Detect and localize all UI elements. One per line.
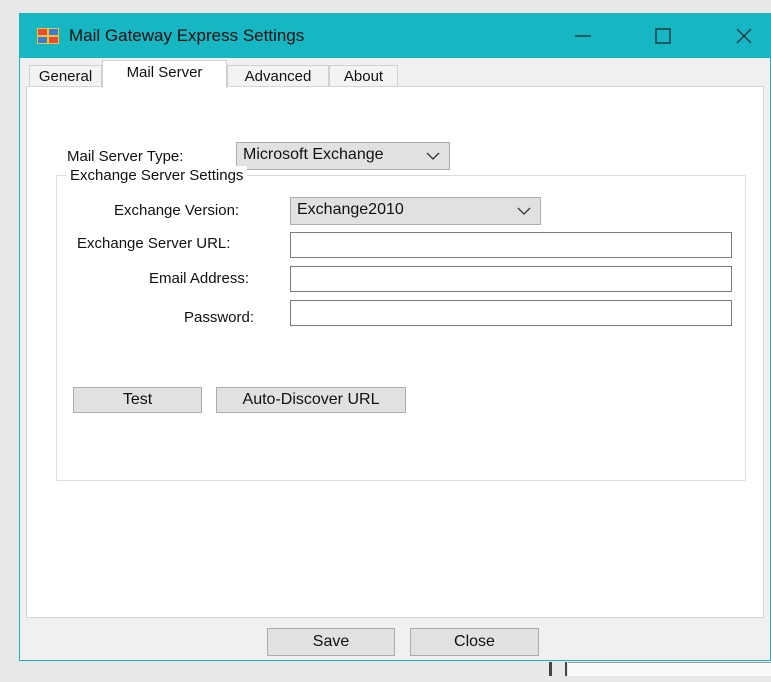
email-address-label: Email Address:: [149, 270, 250, 287]
settings-window: Mail Gateway Express Settings General Ma…: [19, 13, 771, 661]
maximize-button[interactable]: [640, 14, 686, 58]
maximize-icon: [655, 28, 671, 44]
taskbar-artifact: [565, 662, 567, 676]
mail-server-type-dropdown[interactable]: Microsoft Exchange: [236, 142, 450, 170]
taskbar-artifact: [549, 662, 552, 676]
close-icon: [736, 28, 752, 44]
mail-server-type-value: Microsoft Exchange: [243, 146, 384, 163]
save-button[interactable]: Save: [267, 628, 395, 656]
email-address-input[interactable]: [290, 266, 732, 292]
mail-gateway-app-icon: [37, 28, 59, 44]
mail-server-panel: Mail Server Type: Microsoft Exchange Exc…: [26, 86, 764, 618]
close-button[interactable]: Close: [410, 628, 539, 656]
exchange-version-label: Exchange Version:: [114, 202, 240, 219]
exchange-version-dropdown[interactable]: Exchange2010: [290, 197, 541, 225]
title-bar[interactable]: Mail Gateway Express Settings: [20, 14, 770, 58]
taskbar-strip: [568, 662, 771, 676]
exchange-server-url-label: Exchange Server URL:: [77, 235, 231, 252]
tab-general[interactable]: General: [29, 65, 102, 87]
exchange-version-value: Exchange2010: [297, 201, 404, 218]
minimize-icon: [575, 35, 591, 37]
tab-advanced[interactable]: Advanced: [227, 65, 329, 87]
auto-discover-url-button[interactable]: Auto-Discover URL: [216, 387, 406, 413]
password-label: Password:: [184, 309, 255, 326]
window-title: Mail Gateway Express Settings: [69, 26, 305, 45]
mail-server-type-label: Mail Server Type:: [67, 148, 184, 165]
chevron-down-icon: [517, 207, 531, 215]
tab-mail-server[interactable]: Mail Server: [102, 60, 227, 88]
exchange-settings-group: Exchange Server Settings Exchange Versio…: [56, 166, 746, 481]
exchange-server-url-input[interactable]: [290, 232, 732, 258]
tab-about[interactable]: About: [329, 65, 398, 87]
chevron-down-icon: [426, 152, 440, 160]
exchange-settings-title: Exchange Server Settings: [66, 166, 248, 186]
password-input[interactable]: [290, 300, 732, 326]
minimize-button[interactable]: [560, 14, 606, 58]
test-button[interactable]: Test: [73, 387, 202, 413]
close-window-button[interactable]: [721, 14, 767, 58]
